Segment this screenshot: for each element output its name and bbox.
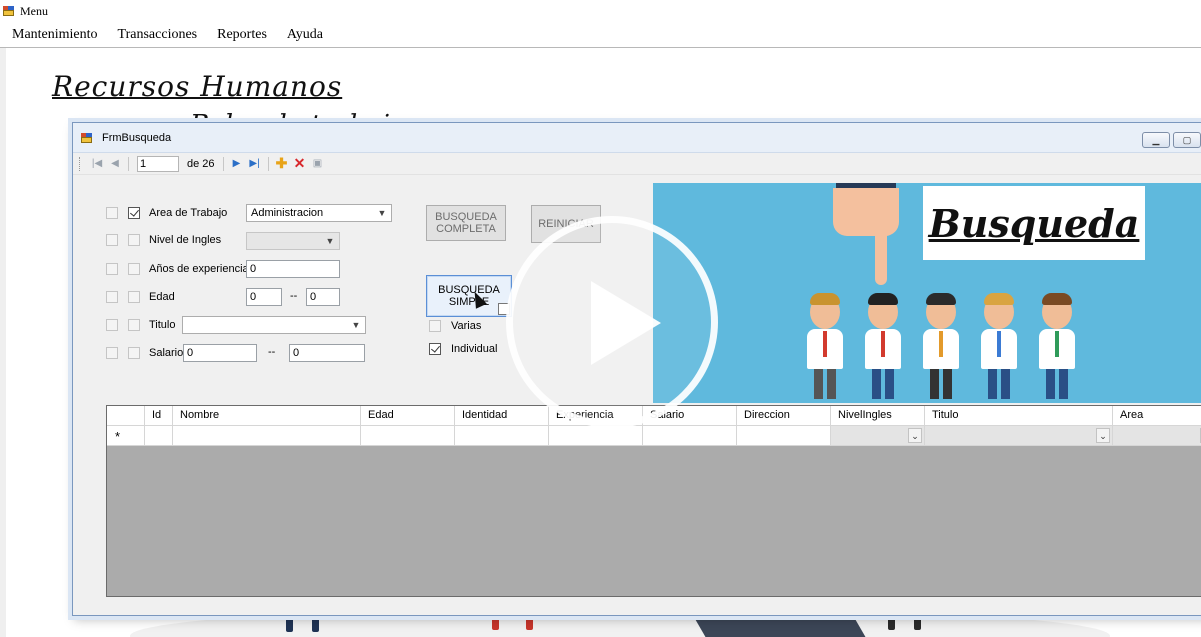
chevron-down-icon: ▼: [377, 208, 387, 218]
person-icon: [978, 293, 1020, 401]
enable-experiencia-checkbox[interactable]: [106, 263, 118, 275]
column-header-titulo[interactable]: Titulo: [925, 406, 1113, 426]
edad-to-input[interactable]: 0: [306, 288, 340, 306]
results-grid[interactable]: Id Nombre Edad Identidad Experiencia Sal…: [106, 405, 1201, 597]
cell-nivelingles[interactable]: ⌄: [831, 426, 925, 446]
option-individual[interactable]: Individual: [429, 343, 497, 355]
banner-card: Busqueda: [923, 186, 1145, 260]
count-label: de 26: [187, 157, 215, 170]
column-header-direccion[interactable]: Direccion: [737, 406, 831, 426]
background-heading: Recursos Humanos: [52, 70, 343, 103]
cell-edad[interactable]: [361, 426, 455, 446]
move-next-icon[interactable]: ▶: [228, 155, 246, 173]
cell-id[interactable]: [145, 426, 173, 446]
column-header-nivelingles[interactable]: NivelIngles: [831, 406, 925, 426]
enable-edad-checkbox[interactable]: [106, 291, 118, 303]
toolbar-separator: [222, 156, 224, 171]
chevron-down-icon: ▼: [325, 236, 335, 246]
titulo-combo[interactable]: ▼: [182, 316, 366, 334]
area-label: Area de Trabajo: [149, 207, 228, 219]
enable-area-checkbox[interactable]: [106, 207, 118, 219]
busqueda-banner: Busqueda: [653, 183, 1201, 403]
experiencia-checkbox[interactable]: [128, 263, 140, 275]
menubar: Mantenimiento Transacciones Reportes Ayu…: [0, 22, 1201, 48]
move-last-icon[interactable]: ▶|: [246, 155, 264, 173]
busqueda-completa-button[interactable]: BUSQUEDA COMPLETA: [426, 205, 506, 241]
outer-titlebar: Menu: [0, 0, 1201, 22]
option-varias[interactable]: Varias: [429, 320, 481, 332]
new-row-marker: *: [107, 426, 145, 446]
toolbar-grip[interactable]: [79, 156, 82, 171]
enable-salario-checkbox[interactable]: [106, 347, 118, 359]
window-title: Menu: [20, 3, 48, 18]
enable-ingles-checkbox[interactable]: [106, 234, 118, 246]
edad-checkbox[interactable]: [128, 291, 140, 303]
chevron-down-icon: ⌄: [908, 428, 922, 443]
column-header-id[interactable]: Id: [145, 406, 173, 426]
edad-from-input[interactable]: 0: [246, 288, 282, 306]
salario-label: Salario: [149, 347, 184, 359]
edad-label: Edad: [149, 291, 175, 303]
column-header-nombre[interactable]: Nombre: [173, 406, 361, 426]
person-icon: [1036, 293, 1078, 401]
area-combo[interactable]: Administracion ▼: [246, 204, 392, 222]
edad-separator: --: [290, 290, 298, 302]
cell-salario[interactable]: [643, 426, 737, 446]
salario-from-input[interactable]: 0: [183, 344, 257, 362]
menu-reportes[interactable]: Reportes: [217, 27, 267, 43]
menu-transacciones[interactable]: Transacciones: [118, 27, 198, 43]
cell-area[interactable]: ⌄: [1113, 426, 1201, 446]
experiencia-label: Años de experiencia: [149, 263, 249, 275]
area-checkbox[interactable]: [128, 207, 140, 219]
cell-identidad[interactable]: [455, 426, 549, 446]
column-header-selector[interactable]: [107, 406, 145, 426]
delete-icon[interactable]: ✕: [291, 155, 309, 173]
ingles-combo[interactable]: ▼: [246, 232, 340, 250]
salario-checkbox[interactable]: [128, 347, 140, 359]
cell-nombre[interactable]: [173, 426, 361, 446]
app-window: { "window": { "title": "Menu" }, "menu":…: [0, 0, 1201, 637]
column-header-area[interactable]: Area: [1113, 406, 1201, 426]
column-header-edad[interactable]: Edad: [361, 406, 455, 426]
table-row[interactable]: * ⌄ ⌄ ⌄: [107, 426, 1201, 446]
maximize-icon[interactable]: ▢: [1173, 132, 1201, 148]
add-new-icon[interactable]: ✚: [273, 155, 291, 173]
cell-direccion[interactable]: [737, 426, 831, 446]
cell-experiencia[interactable]: [549, 426, 643, 446]
salario-separator: --: [268, 346, 276, 358]
titulo-checkbox[interactable]: [128, 319, 140, 331]
move-previous-icon[interactable]: ◀: [106, 155, 124, 173]
position-input[interactable]: 1: [137, 155, 179, 172]
column-header-identidad[interactable]: Identidad: [455, 406, 549, 426]
minimize-icon[interactable]: ▁: [1142, 132, 1170, 148]
app-icon: [3, 6, 14, 16]
toolbar-separator: [128, 156, 129, 171]
menu-mantenimiento[interactable]: Mantenimiento: [12, 27, 98, 43]
form-icon: [81, 132, 92, 143]
enable-titulo-checkbox[interactable]: [106, 319, 118, 331]
menu-ayuda[interactable]: Ayuda: [287, 27, 323, 43]
ingles-checkbox[interactable]: [128, 234, 140, 246]
cell-titulo[interactable]: ⌄: [925, 426, 1113, 446]
binding-navigator: |◀ ◀ 1 de 26 ▶ ▶| ✚ ✕ ▣: [73, 153, 1201, 175]
toolbar-separator: [267, 156, 269, 171]
move-first-icon[interactable]: |◀: [88, 155, 106, 173]
person-icon: [862, 293, 904, 401]
form-titlebar[interactable]: FrmBusqueda ▁ ▢: [73, 123, 1201, 153]
ingles-label: Nivel de Ingles: [149, 234, 222, 246]
play-icon[interactable]: [506, 216, 718, 428]
salario-to-input[interactable]: 0: [289, 344, 365, 362]
form-title: FrmBusqueda: [102, 131, 172, 144]
person-icon: [920, 293, 962, 401]
save-icon[interactable]: ▣: [309, 155, 327, 173]
chevron-down-icon: ▼: [351, 320, 361, 330]
chevron-down-icon: ⌄: [1096, 428, 1110, 443]
pointing-hand-icon: [833, 188, 899, 236]
person-icon: [804, 293, 846, 401]
experiencia-input[interactable]: 0: [246, 260, 340, 278]
titulo-label: Titulo: [149, 319, 176, 331]
